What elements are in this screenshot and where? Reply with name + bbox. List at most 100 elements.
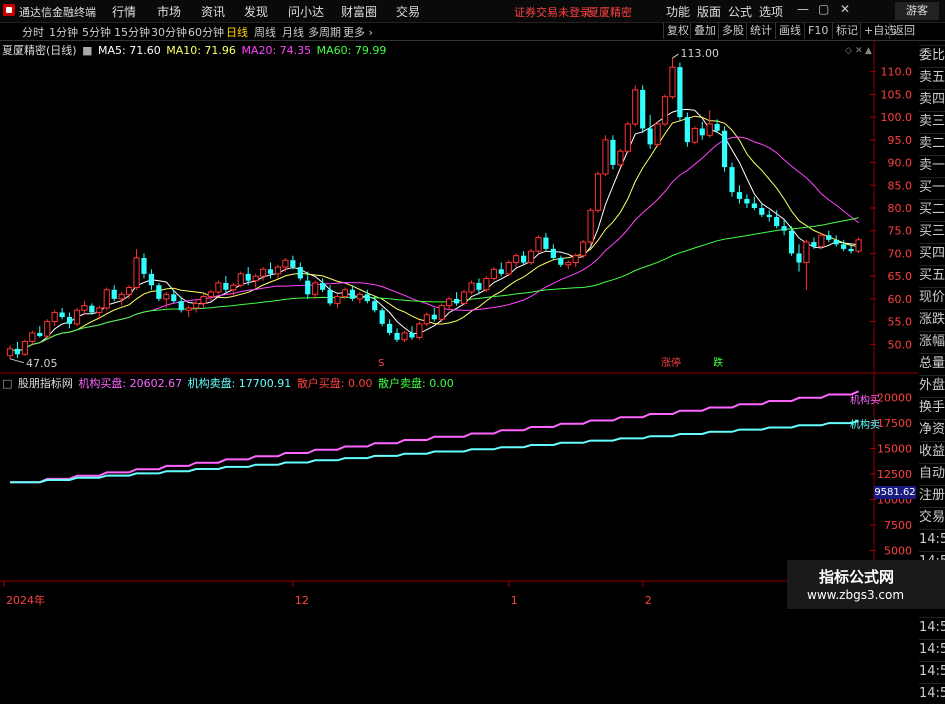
right-panel-item[interactable]: 14:56: [919, 661, 945, 682]
right-panel-item[interactable]: 外盘: [919, 375, 945, 396]
candle-body: [454, 298, 460, 304]
indicator-expand-icon[interactable]: □: [2, 377, 12, 390]
signal-marker: 跌: [713, 356, 723, 369]
period-60min[interactable]: 60分钟: [188, 24, 224, 40]
retail-buy-label: 散户买盘: 0.00: [296, 377, 373, 390]
kline-chart[interactable]: 50.0 55.0 60.0 65.0 70.0 75.0 80.0 85.0 90.0 95.0…: [0, 41, 918, 609]
candle-body: [788, 230, 795, 254]
right-panel-item[interactable]: 买二: [919, 199, 945, 220]
multi-stock-button[interactable]: 多股: [718, 23, 747, 39]
period-15min[interactable]: 15分钟: [114, 24, 150, 40]
mark-button[interactable]: 标记: [832, 23, 861, 39]
right-panel-item[interactable]: 14:56: [919, 639, 945, 660]
y-tick-label: 100.0: [881, 111, 913, 124]
candle-body: [520, 255, 527, 263]
candle-body: [617, 150, 624, 166]
adjust-button[interactable]: 复权: [663, 23, 692, 39]
right-panel-item[interactable]: 卖一: [919, 155, 945, 176]
y-tick-label: 90.0: [888, 157, 913, 170]
period-5min[interactable]: 5分钟: [82, 24, 111, 40]
candle-body: [699, 128, 705, 136]
low-price-label: 47.05: [26, 357, 58, 370]
period-multi[interactable]: 多周期: [308, 24, 341, 40]
right-panel-item[interactable]: 买五: [919, 265, 945, 286]
candle-body: [29, 332, 36, 343]
candle-body: [334, 296, 341, 304]
period-intraday[interactable]: 分时: [22, 24, 44, 40]
menu-item-trade[interactable]: 交易: [396, 3, 420, 20]
candle-body: [156, 285, 162, 299]
back-button[interactable]: 返回: [889, 23, 918, 39]
right-panel-item[interactable]: 净资: [919, 419, 945, 440]
right-panel-item[interactable]: 14:56: [919, 683, 945, 704]
right-panel-item[interactable]: 卖五: [919, 67, 945, 88]
candle-body: [356, 293, 363, 300]
candle-body: [401, 332, 408, 341]
low-pointer: [9, 358, 25, 364]
right-panel-item[interactable]: 委比: [919, 45, 945, 66]
right-panel-item[interactable]: 卖二: [919, 133, 945, 154]
period-1min[interactable]: 1分钟: [49, 24, 78, 40]
ma60-label: MA60: 79.99: [316, 44, 387, 57]
candle-body: [483, 277, 490, 291]
candle-body: [185, 307, 192, 311]
menu-item-formula[interactable]: 公式: [728, 3, 752, 20]
period-30min[interactable]: 30分钟: [151, 24, 187, 40]
right-panel-item[interactable]: 买一: [919, 177, 945, 198]
period-more[interactable]: 更多 ›: [343, 24, 373, 40]
right-panel-item[interactable]: 14:56: [919, 617, 945, 638]
right-panel-item[interactable]: 收益: [919, 441, 945, 462]
menu-item-ask[interactable]: 问小达: [288, 3, 324, 20]
draw-button[interactable]: 画线: [775, 23, 804, 39]
period-daily[interactable]: 日线: [226, 24, 248, 40]
right-panel-item[interactable]: 卖三: [919, 111, 945, 132]
candle-body: [290, 260, 296, 268]
indicator-title[interactable]: 股朋指标网: [18, 377, 73, 390]
menu-item-wealth[interactable]: 财富圈: [341, 3, 377, 20]
right-panel-item[interactable]: 自动: [919, 463, 945, 484]
menu-item-news[interactable]: 资讯: [201, 3, 225, 20]
right-panel-item[interactable]: 总量: [919, 353, 945, 374]
menu-item-function[interactable]: 功能: [666, 3, 690, 20]
close-icon[interactable]: ✕: [840, 2, 852, 18]
menu-item-options[interactable]: 选项: [759, 3, 783, 20]
right-panel-item[interactable]: 卖四: [919, 89, 945, 110]
minimize-icon[interactable]: —: [797, 2, 809, 18]
inst-buy-line-label: 机构买: [850, 393, 880, 406]
high-pointer: [672, 53, 679, 59]
candle-body: [327, 289, 333, 304]
candle-body: [684, 117, 690, 143]
trade-warning[interactable]: 证券交易未登录: [514, 4, 591, 20]
candle-body: [714, 123, 720, 131]
right-panel-item[interactable]: 14:56: [919, 529, 945, 550]
candle-body: [558, 257, 564, 265]
right-panel-item[interactable]: 买四: [919, 243, 945, 264]
candle-body: [364, 294, 370, 302]
candle-body: [543, 237, 549, 249]
ma5-legend-icon[interactable]: ■: [82, 44, 92, 57]
guest-button[interactable]: 游客: [895, 2, 939, 20]
right-panel-item[interactable]: 注册: [919, 485, 945, 506]
app-logo-icon: [3, 4, 15, 16]
candle-body: [624, 123, 631, 152]
menu-item-quotes[interactable]: 行情: [112, 3, 136, 20]
right-panel-item[interactable]: 涨幅: [919, 331, 945, 352]
right-panel-item[interactable]: 涨跌: [919, 309, 945, 330]
menu-item-market[interactable]: 市场: [157, 3, 181, 20]
candle-body: [796, 253, 802, 263]
right-panel-item[interactable]: 现价: [919, 287, 945, 308]
menu-item-discover[interactable]: 发现: [244, 3, 268, 20]
candle-body: [550, 248, 556, 258]
f10-button[interactable]: F10: [804, 23, 831, 39]
right-panel-item[interactable]: 交易: [919, 507, 945, 528]
right-panel-item[interactable]: 换手: [919, 397, 945, 418]
candle-body: [171, 294, 177, 302]
menu-item-layout[interactable]: 版面: [697, 3, 721, 20]
maximize-icon[interactable]: ▢: [818, 2, 830, 18]
stats-button[interactable]: 统计: [746, 23, 775, 39]
period-weekly[interactable]: 周线: [254, 24, 276, 40]
candle-body: [594, 173, 602, 211]
overlay-button[interactable]: 叠加: [690, 23, 719, 39]
right-panel-item[interactable]: 买三: [919, 221, 945, 242]
period-monthly[interactable]: 月线: [282, 24, 304, 40]
